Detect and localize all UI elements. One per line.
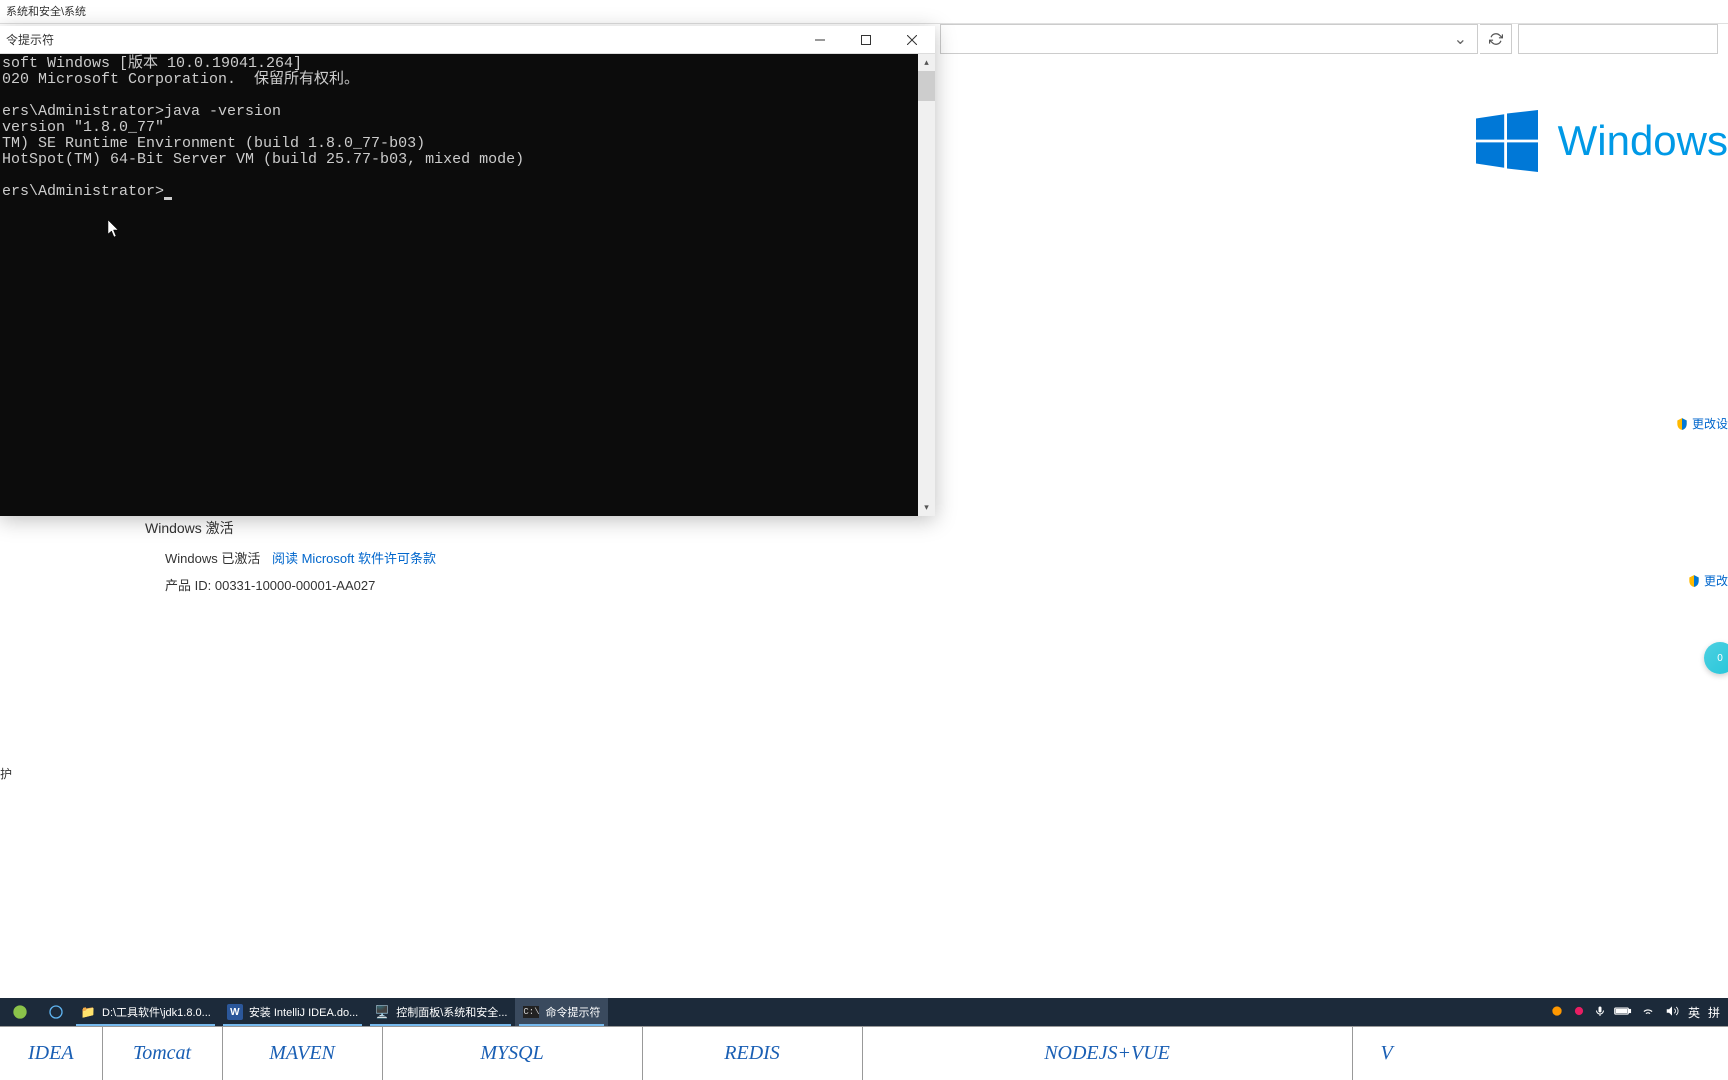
taskbar-app-control-panel[interactable]: 🖥️ 控制面板\系统和安全... [366, 998, 515, 1026]
word-icon: W [227, 1004, 243, 1020]
refresh-button[interactable] [1480, 24, 1512, 54]
notification-badge[interactable]: 0 [1704, 642, 1728, 674]
bottom-tab-bar: IDEA Tomcat MAVEN MYSQL REDIS NODEJS+VUE… [0, 1026, 1728, 1080]
activation-status: Windows 已激活 阅读 Microsoft 软件许可条款 [165, 548, 436, 567]
ime-language[interactable]: 英 [1688, 1004, 1700, 1021]
change-settings-link[interactable]: 更改设 [1675, 415, 1728, 432]
taskbar-app-word[interactable]: W 安装 IntelliJ IDEA.do... [219, 998, 366, 1026]
wifi-icon[interactable] [1640, 1004, 1656, 1021]
cmd-icon: C:\ [523, 1006, 539, 1018]
activation-heading: Windows 激活 [145, 518, 436, 538]
close-button[interactable] [889, 26, 935, 54]
windows-brand-text: Windows [1558, 117, 1728, 165]
bottom-tab-mysql[interactable]: MYSQL [383, 1027, 643, 1080]
scrollbar-thumb[interactable] [918, 71, 935, 101]
taskbar-app-cortana[interactable] [40, 998, 72, 1026]
windows-logo-icon [1476, 110, 1538, 172]
taskbar-item-label: D:\工具软件\jdk1.8.0... [102, 1004, 211, 1020]
product-id: 产品 ID: 00331-10000-00001-AA027 [165, 575, 436, 594]
bottom-tab-maven[interactable]: MAVEN [223, 1027, 383, 1080]
license-terms-link[interactable]: 阅读 Microsoft 软件许可条款 [272, 551, 436, 566]
bottom-tab-redis[interactable]: REDIS [643, 1027, 863, 1080]
microphone-icon[interactable] [1594, 1004, 1606, 1021]
address-bar[interactable]: ⌄ [940, 24, 1478, 54]
cortana-icon [48, 1004, 64, 1020]
maximize-button[interactable] [843, 26, 889, 54]
cmd-output: soft Windows [版本 10.0.19041.264] 020 Mic… [0, 54, 918, 516]
command-prompt-window: 令提示符 soft Windows [版本 10.0.19041.264] 02… [0, 26, 935, 516]
start-button[interactable] [0, 998, 40, 1026]
windows-brand-area: Windows [1476, 110, 1728, 172]
minimize-button[interactable] [797, 26, 843, 54]
explorer-titlebar: 系统和安全\系统 [0, 0, 1728, 24]
change-settings-link-2[interactable]: 更改 [1687, 572, 1728, 589]
cmd-title: 令提示符 [0, 31, 797, 48]
control-panel-icon: 🖥️ [374, 1004, 390, 1020]
tray-icon[interactable] [1572, 1004, 1586, 1021]
taskbar-item-label: 安装 IntelliJ IDEA.do... [249, 1004, 358, 1020]
taskbar-item-label: 命令提示符 [545, 1004, 600, 1020]
bottom-tab-nodejs-vue[interactable]: NODEJS+VUE [863, 1027, 1353, 1080]
bottom-tab-v[interactable]: V [1353, 1027, 1421, 1080]
tray-icon[interactable] [1550, 1004, 1564, 1021]
taskbar-app-cmd[interactable]: C:\ 命令提示符 [515, 998, 608, 1026]
volume-icon[interactable] [1664, 1004, 1680, 1021]
windows-taskbar: 📁 D:\工具软件\jdk1.8.0... W 安装 IntelliJ IDEA… [0, 998, 1728, 1026]
address-dropdown-icon[interactable]: ⌄ [1444, 29, 1477, 49]
folder-icon: 📁 [80, 1004, 96, 1020]
taskbar-item-label: 控制面板\系统和安全... [396, 1004, 507, 1020]
windows-activation-section: Windows 激活 Windows 已激活 阅读 Microsoft 软件许可… [145, 518, 436, 594]
ime-mode[interactable]: 拼 [1708, 1004, 1720, 1021]
scroll-up-button[interactable]: ▴ [918, 54, 935, 71]
shield-icon [1687, 574, 1701, 588]
shield-icon [1675, 417, 1689, 431]
bottom-tab-idea[interactable]: IDEA [0, 1027, 103, 1080]
search-input[interactable] [1518, 24, 1718, 54]
cmd-body[interactable]: soft Windows [版本 10.0.19041.264] 020 Mic… [0, 54, 935, 516]
system-tray: 英 拼 [1550, 1004, 1728, 1021]
cmd-titlebar[interactable]: 令提示符 [0, 26, 935, 54]
bottom-tab-tomcat[interactable]: Tomcat [103, 1027, 223, 1080]
scroll-down-button[interactable]: ▾ [918, 499, 935, 516]
cmd-scrollbar[interactable]: ▴ ▾ [918, 54, 935, 516]
taskbar-app-explorer[interactable]: 📁 D:\工具软件\jdk1.8.0... [72, 998, 219, 1026]
protection-label: 护 [0, 765, 12, 782]
battery-icon[interactable] [1614, 1005, 1632, 1020]
